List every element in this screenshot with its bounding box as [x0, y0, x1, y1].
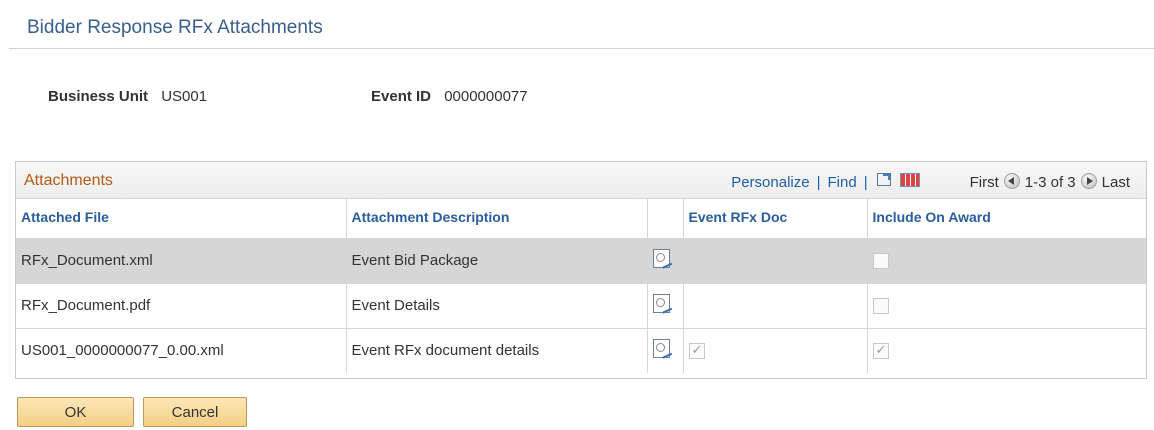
new-window-icon[interactable] — [876, 173, 891, 186]
personalize-link[interactable]: Personalize — [731, 174, 809, 191]
nav-separator: | — [863, 174, 868, 191]
event-rfx-doc-cell — [683, 327, 868, 373]
view-cell — [647, 237, 684, 283]
event-id-value: 0000000077 — [444, 88, 528, 105]
grid-navigation: Personalize | Find | First 1-3 of 3 Last — [731, 172, 1130, 191]
description-cell: Event Details — [346, 282, 648, 328]
nav-separator: | — [816, 174, 821, 191]
include-on-award-cell — [867, 282, 1146, 328]
ok-button[interactable]: OK — [17, 397, 134, 427]
find-link[interactable]: Find — [828, 174, 857, 191]
view-attachment-icon[interactable] — [652, 294, 670, 313]
row-range: 1-3 of 3 — [1024, 174, 1076, 191]
first-link[interactable]: First — [970, 174, 999, 191]
prev-arrow-icon[interactable] — [1003, 172, 1020, 189]
event-id-label: Event ID — [371, 88, 432, 105]
view-cell — [647, 327, 684, 373]
col-include-on-award: Include On Award — [872, 209, 991, 225]
include-on-award-cell — [867, 237, 1146, 283]
event-id-field: Event ID 0000000077 — [371, 88, 528, 105]
include-on-award-checkbox[interactable] — [872, 298, 889, 315]
page-title: Bidder Response RFx Attachments — [27, 17, 323, 38]
grid-title: Attachments — [24, 172, 113, 189]
col-attached-file: Attached File — [16, 199, 347, 238]
col-event-rfx-doc: Event RFx Doc — [683, 199, 868, 238]
download-grid-icon[interactable] — [899, 172, 920, 187]
last-link[interactable]: Last — [1102, 174, 1130, 191]
include-on-award-checkbox — [872, 342, 889, 360]
col-attachment-description: Attachment Description — [346, 199, 648, 238]
attached-file-cell: RFx_Document.pdf — [16, 282, 347, 328]
view-cell — [647, 282, 684, 328]
attachments-table: Attached File Attachment Description Eve… — [16, 199, 1146, 373]
next-arrow-icon[interactable] — [1080, 172, 1097, 189]
table-row[interactable]: RFx_Document.xml Event Bid Package — [16, 237, 1146, 283]
col-view — [647, 199, 684, 238]
business-unit-label: Business Unit — [48, 88, 149, 105]
description-cell: Event RFx document details — [346, 327, 648, 373]
event-rfx-doc-checkbox — [688, 342, 705, 360]
grid-header: Attachments Personalize | Find | First 1… — [16, 162, 1146, 199]
business-unit-field: Business Unit US001 — [48, 88, 207, 105]
business-unit-value: US001 — [161, 88, 208, 105]
cancel-button[interactable]: Cancel — [143, 397, 247, 427]
table-row[interactable]: RFx_Document.pdf Event Details — [16, 282, 1146, 328]
view-attachment-icon[interactable] — [652, 249, 670, 268]
include-on-award-checkbox[interactable] — [872, 253, 889, 270]
table-row[interactable]: US001_0000000077_0.00.xml Event RFx docu… — [16, 327, 1146, 373]
attachments-grid: Attachments Personalize | Find | First 1… — [15, 161, 1147, 379]
title-divider — [9, 48, 1154, 49]
description-cell: Event Bid Package — [346, 237, 648, 283]
event-rfx-doc-cell — [683, 282, 868, 328]
include-on-award-cell — [867, 327, 1146, 373]
table-header-row: Attached File Attachment Description Eve… — [16, 199, 1146, 238]
view-attachment-icon[interactable] — [652, 339, 670, 359]
attached-file-cell: RFx_Document.xml — [16, 237, 347, 283]
attached-file-cell: US001_0000000077_0.00.xml — [16, 327, 347, 373]
event-rfx-doc-cell — [683, 237, 868, 283]
